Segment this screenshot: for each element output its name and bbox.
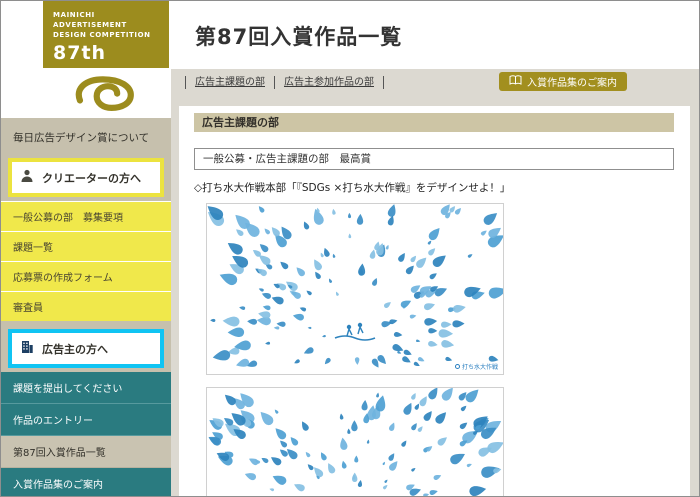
droplet-artwork <box>208 387 504 496</box>
category-label-box: 一般公募・広告主課題の部 最高賞 <box>194 148 674 170</box>
sidebar-logo-area: MAINICHI ADVERTISEMENT DESIGN COMPETITIO… <box>1 1 171 118</box>
page-title: 第87回入賞作品一覧 <box>195 25 403 49</box>
content-panel: 広告主課題の部 一般公募・広告主課題の部 最高賞 ◇打ち水大作戦本部「『SDGs… <box>179 106 690 496</box>
logo[interactable]: MAINICHI ADVERTISEMENT DESIGN COMPETITIO… <box>43 1 169 68</box>
logo-edition: 87th <box>53 42 107 65</box>
creator-section-label: クリエーターの方へ <box>42 171 141 185</box>
sidebar-item-guidelines[interactable]: 一般公募の部 募集要項 <box>1 201 171 231</box>
sidebar-item-submit-theme[interactable]: 課題を提出してください <box>1 372 171 404</box>
sidebar-item-judges[interactable]: 審査員 <box>1 291 171 321</box>
artwork-image-2[interactable] <box>206 387 504 496</box>
credit-logo-icon <box>454 364 460 369</box>
logo-swirl-icon <box>43 68 169 118</box>
collection-guide-button-label: 入賞作品集のご案内 <box>527 78 617 89</box>
sidebar-item-winners-list[interactable]: 第87回入賞作品一覧 <box>1 436 171 468</box>
building-icon <box>19 339 35 358</box>
section-nav: 広告主課題の部 広告主参加作品の部 <box>185 76 384 89</box>
artwork-image-1[interactable]: 打ち水大作戦 <box>206 203 508 375</box>
sidebar-item-work-entry[interactable]: 作品のエントリー <box>1 404 171 436</box>
sidebar-item-about[interactable]: 毎日広告デザイン賞について <box>1 118 171 158</box>
nav-link-advertiser-participation[interactable]: 広告主参加作品の部 <box>274 76 383 89</box>
sidebar: MAINICHI ADVERTISEMENT DESIGN COMPETITIO… <box>1 1 171 496</box>
sidebar-section-creator[interactable]: クリエーターの方へ <box>8 158 164 197</box>
sidebar-item-entry-form[interactable]: 応募票の作成フォーム <box>1 261 171 291</box>
sidebar-section-advertiser[interactable]: 広告主の方へ <box>8 329 164 368</box>
book-icon <box>509 74 522 89</box>
advertiser-section-label: 広告主の方へ <box>42 342 108 356</box>
nav-link-advertiser-theme[interactable]: 広告主課題の部 <box>185 76 274 89</box>
creator-menu: 一般公募の部 募集要項 課題一覧 応募票の作成フォーム 審査員 <box>1 201 171 321</box>
person-icon <box>19 168 35 187</box>
artwork-credit: 打ち水大作戦 <box>454 362 498 371</box>
collection-guide-button[interactable]: 入賞作品集のご案内 <box>499 72 627 91</box>
page: 第87回入賞作品一覧 MAINICHI ADVERTISEMENT DESIGN… <box>0 0 700 497</box>
advertiser-menu: 課題を提出してください 作品のエントリー 第87回入賞作品一覧 入賞作品集のご案… <box>1 372 171 496</box>
sidebar-item-themes[interactable]: 課題一覧 <box>1 231 171 261</box>
logo-text: MAINICHI ADVERTISEMENT DESIGN COMPETITIO… <box>53 11 151 40</box>
sidebar-item-collection-guide[interactable]: 入賞作品集のご案内 <box>1 468 171 496</box>
section-title-bar: 広告主課題の部 <box>194 113 674 132</box>
work-caption: ◇打ち水大作戦本部「『SDGs ×打ち水大作戦』をデザインせよ！」 <box>194 182 511 194</box>
droplet-artwork <box>207 204 508 368</box>
credit-text: 打ち水大作戦 <box>461 364 498 371</box>
